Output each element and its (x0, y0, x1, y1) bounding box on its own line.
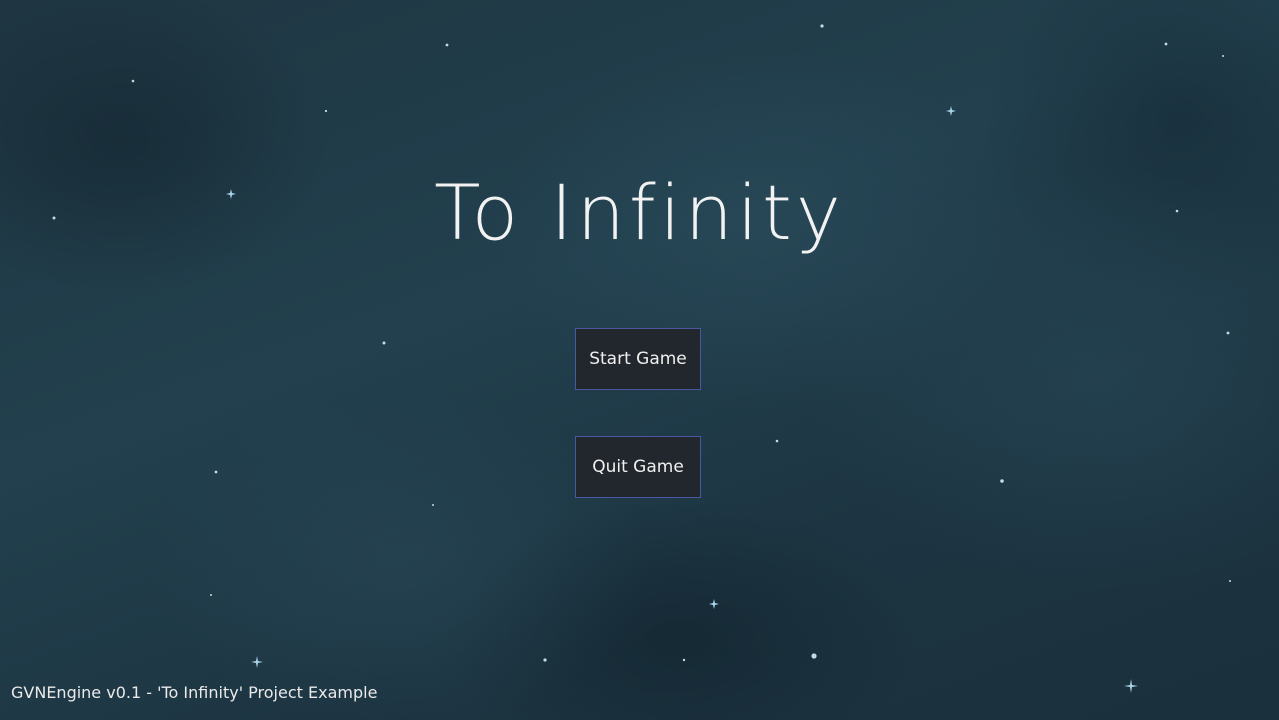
version-label: GVNEngine v0.1 - 'To Infinity' Project E… (11, 683, 378, 702)
start-game-button[interactable]: Start Game (575, 328, 701, 390)
star-icon (382, 341, 386, 345)
star-icon (210, 594, 212, 596)
star-icon (543, 658, 547, 662)
star-icon (1000, 479, 1004, 483)
title-screen: To Infinity Start Game Quit Game GVNEngi… (0, 0, 1279, 720)
sparkle-icon (709, 599, 719, 609)
star-icon (1226, 331, 1230, 335)
game-title: To Infinity (434, 168, 845, 257)
sparkle-icon (251, 656, 263, 668)
star-icon (214, 470, 218, 474)
sparkle-icon (1124, 679, 1138, 693)
quit-game-label: Quit Game (592, 457, 684, 477)
quit-game-button[interactable]: Quit Game (575, 436, 701, 498)
star-icon (131, 79, 135, 83)
star-icon (445, 43, 449, 47)
start-game-label: Start Game (589, 349, 687, 369)
star-icon (324, 109, 328, 113)
star-icon (820, 24, 824, 28)
star-icon (1164, 42, 1168, 46)
star-icon (775, 439, 779, 443)
sparkle-icon (946, 106, 956, 116)
star-icon (432, 504, 434, 506)
star-icon (811, 653, 817, 659)
star-icon (1229, 580, 1231, 582)
star-icon (682, 658, 686, 662)
star-icon (1222, 55, 1224, 57)
